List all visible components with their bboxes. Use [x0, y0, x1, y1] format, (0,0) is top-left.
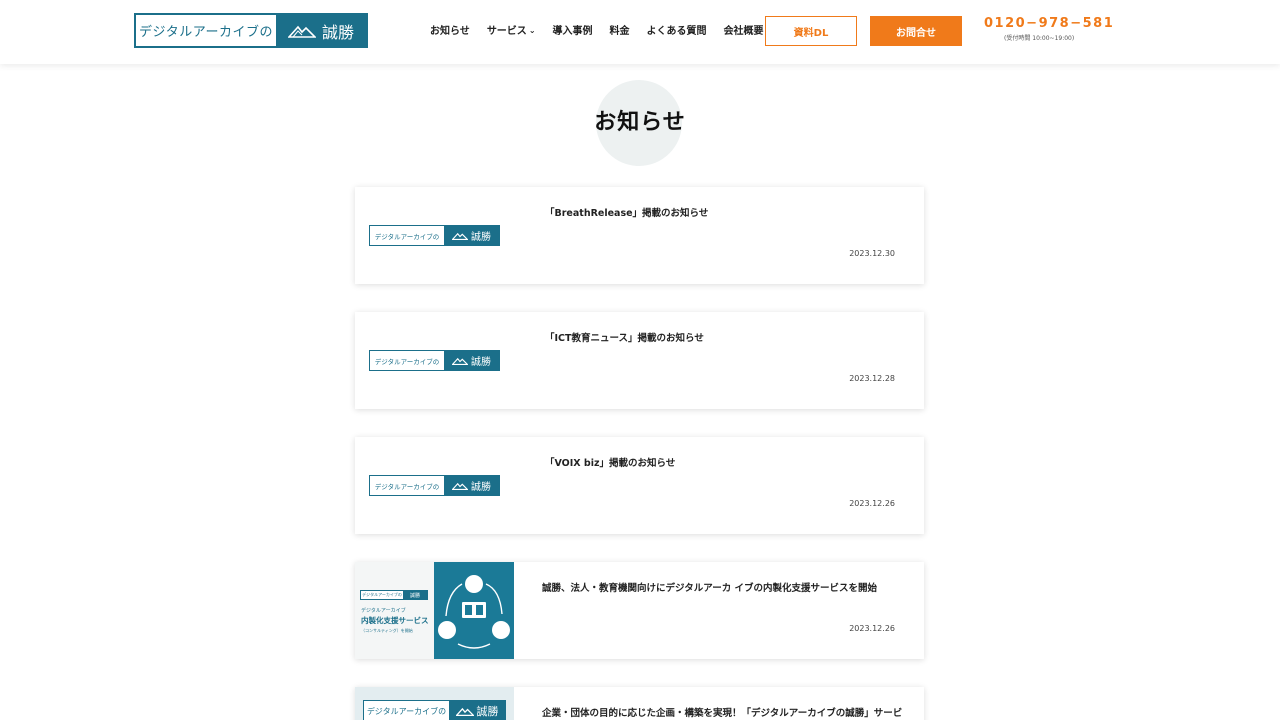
phone-number[interactable]: 0120−978−581	[984, 16, 1114, 31]
news-thumbnail-image: デジタルアーカイブの 誠勝 デジタルアーカイブ 内製化支援サービス （コンサルテ…	[355, 562, 514, 659]
thumb-caption-line3: （コンサルティング）を開始	[361, 628, 413, 633]
news-date: 2023.12.28	[849, 374, 895, 383]
thumb-logo-text-right-block: 誠勝	[444, 476, 499, 495]
logo-text-right-block: 誠勝	[276, 15, 366, 46]
thumb-logo-brand: 誠勝	[476, 705, 499, 718]
nav-item-pricing[interactable]: 料金	[610, 22, 630, 37]
business-hours: (受付時間 10:00~19:00)	[1004, 35, 1075, 42]
thumb-caption-line2: 内製化支援サービス	[361, 616, 429, 625]
thumb-logo-brand: 誠勝	[471, 482, 491, 493]
news-title[interactable]: 「VOIX biz」掲載のお知らせ	[545, 455, 675, 469]
nav-item-services[interactable]: サービス ⌄	[487, 22, 536, 37]
thumb-mini-logo: デジタルアーカイブの 誠勝	[360, 590, 428, 600]
thumb-logo-brand: 誠勝	[471, 357, 491, 368]
thumb-illustration-panel	[434, 562, 514, 659]
nav-item-services-label: サービス	[486, 26, 527, 37]
news-card[interactable]: デジタルアーカイブの 誠勝 デジタルアーカイブ 内製化支援サービス （コンサルテ…	[355, 562, 924, 659]
news-thumbnail-logo: デジタルアーカイブの 誠勝	[369, 225, 500, 246]
thumb-logo-text-left: デジタルアーカイブの	[370, 476, 444, 495]
thumb-logo-text-left: デジタルアーカイブの	[364, 701, 449, 720]
thumb-image-text-panel: デジタルアーカイブの 誠勝 デジタルアーカイブ 内製化支援サービス （コンサルテ…	[355, 562, 434, 659]
news-date: 2023.12.26	[849, 499, 895, 508]
news-thumbnail-image: デジタルアーカイブの 誠勝	[355, 687, 514, 720]
news-title[interactable]: 企業・団体の目的に応じた企画・構築を実現！「デジタルアーカイブの誠勝」サービ	[542, 705, 902, 719]
news-card[interactable]: デジタルアーカイブの 誠勝 「ICT教育ニュース」掲載のお知らせ 2023.12…	[355, 312, 924, 409]
thumb-logo-text-right-block: 誠勝	[444, 226, 499, 245]
workflow-cycle-illustration	[438, 575, 510, 649]
news-thumbnail-logo: デジタルアーカイブの 誠勝	[369, 350, 500, 371]
thumb-logo-text-left: デジタルアーカイブの	[370, 226, 444, 245]
site-logo[interactable]: デジタルアーカイブの 誠勝	[134, 13, 368, 48]
thumb-logo-text-right-block: 誠勝	[449, 701, 505, 720]
thumb-logo-text-right-block: 誠勝	[444, 351, 499, 370]
mountain-icon	[452, 357, 468, 365]
thumb-logo-text-left: デジタルアーカイブの	[370, 351, 444, 370]
mountain-icon	[455, 707, 474, 716]
mountain-icon	[452, 232, 468, 240]
logo-text-left: デジタルアーカイブの	[136, 15, 276, 46]
contact-button[interactable]: お問合せ	[870, 16, 962, 46]
news-date: 2023.12.26	[849, 624, 895, 633]
mini-logo-text-left: デジタルアーカイブの	[361, 591, 403, 599]
news-date: 2023.12.30	[849, 249, 895, 258]
chevron-down-icon: ⌄	[528, 26, 536, 35]
main-nav: お知らせ サービス ⌄ 導入事例 料金 よくある質問 会社概要	[430, 22, 764, 37]
news-title[interactable]: 「BreathRelease」掲載のお知らせ	[545, 205, 708, 219]
thumb-caption-line1: デジタルアーカイブ	[361, 608, 406, 614]
mountain-icon	[452, 482, 468, 490]
nav-item-case-studies[interactable]: 導入事例	[553, 22, 593, 37]
page-title: お知らせ	[594, 110, 686, 135]
thumb-logo-brand: 誠勝	[471, 232, 491, 243]
news-card[interactable]: デジタルアーカイブの 誠勝 「BreathRelease」掲載のお知らせ 202…	[355, 187, 924, 284]
news-thumbnail-logo: デジタルアーカイブの 誠勝	[363, 700, 506, 720]
news-thumbnail-logo: デジタルアーカイブの 誠勝	[369, 475, 500, 496]
nav-item-news[interactable]: お知らせ	[430, 22, 470, 37]
download-button[interactable]: 資料DL	[765, 16, 857, 46]
news-title[interactable]: 誠勝、法人・教育機関向けにデジタルアーカ イブの内製化支援サービスを開始	[542, 580, 877, 594]
news-card[interactable]: デジタルアーカイブの 誠勝 企業・団体の目的に応じた企画・構築を実現！「デジタル…	[355, 687, 924, 720]
mini-logo-text-right: 誠勝	[403, 591, 427, 599]
nav-item-faq[interactable]: よくある質問	[647, 22, 707, 37]
news-card[interactable]: デジタルアーカイブの 誠勝 「VOIX biz」掲載のお知らせ 2023.12.…	[355, 437, 924, 534]
mountain-icon	[287, 25, 316, 38]
nav-item-company[interactable]: 会社概要	[724, 22, 764, 37]
logo-brand-name: 誠勝	[321, 22, 354, 42]
site-header: デジタルアーカイブの 誠勝 お知らせ サービス ⌄ 導入事例 料金 よくある質問…	[0, 0, 1280, 64]
news-title[interactable]: 「ICT教育ニュース」掲載のお知らせ	[545, 330, 704, 344]
